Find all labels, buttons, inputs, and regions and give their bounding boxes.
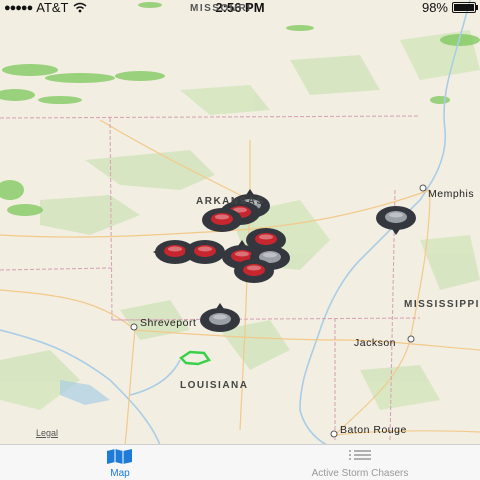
tab-map[interactable]: Map xyxy=(100,448,140,479)
state-label: MISSOURI xyxy=(190,3,252,14)
battery-icon xyxy=(452,2,478,13)
map-view[interactable] xyxy=(0,0,480,480)
city-label: Jackson xyxy=(354,337,397,349)
list-icon xyxy=(349,450,371,460)
battery-percent: 98% xyxy=(421,0,448,15)
tab-storm-chasers-label: Active Storm Chasers xyxy=(311,468,409,479)
tab-active-storm-chasers[interactable]: Active Storm Chasers xyxy=(290,448,430,479)
state-label: MISSISSIPPI xyxy=(404,299,480,310)
map-icon xyxy=(107,449,132,464)
tab-bar: Map Active Storm Chasers xyxy=(0,444,480,480)
storm-chaser-marker[interactable] xyxy=(234,259,274,283)
state-label: LOUISIANA xyxy=(180,380,249,391)
battery-level xyxy=(454,4,474,11)
city-label: Memphis xyxy=(428,188,475,200)
tab-map-label: Map xyxy=(110,468,130,479)
state-label: ARKANSAS xyxy=(196,196,265,207)
storm-chaser-marker[interactable] xyxy=(185,240,225,264)
legal-link[interactable]: Legal xyxy=(36,428,58,438)
city-label: Baton Rouge xyxy=(340,424,407,436)
storm-chaser-marker[interactable] xyxy=(202,208,242,232)
city-label: Shreveport xyxy=(140,317,197,329)
